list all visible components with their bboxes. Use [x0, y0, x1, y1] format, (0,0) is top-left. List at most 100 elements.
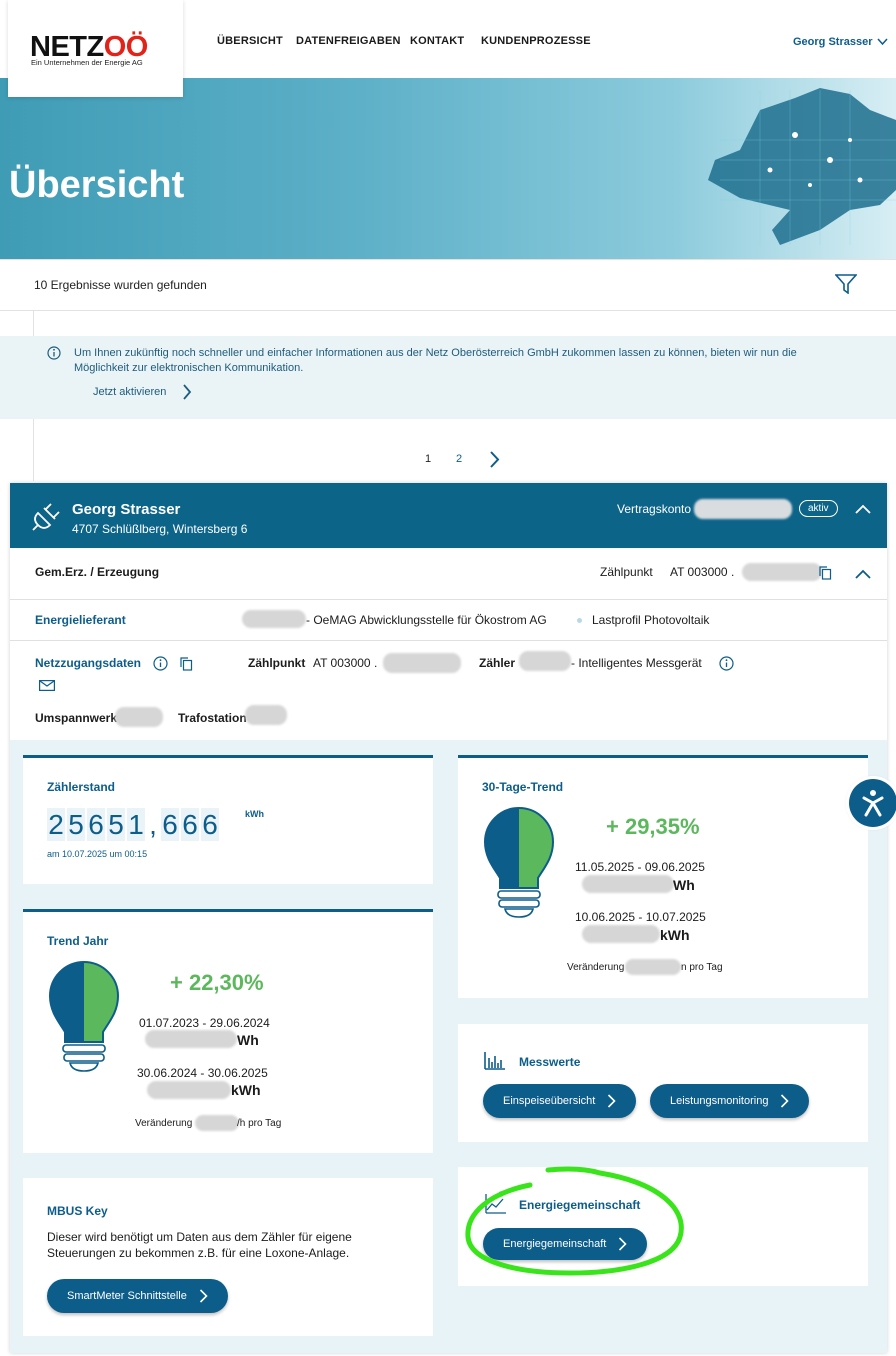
chevron-right-icon	[781, 1094, 790, 1108]
redacted-zaehlpunkt	[742, 563, 822, 581]
filter-icon[interactable]	[835, 274, 857, 294]
network-access-label: Netzzugangsdaten	[35, 656, 142, 670]
accessibility-button[interactable]	[849, 779, 896, 827]
network-access-row: Netzzugangsdaten Zählpunkt AT 003000 . Z…	[10, 641, 887, 740]
top-header: NETZOÖ Ein Unternehmen der Energie AG ÜB…	[0, 0, 896, 97]
contract-card: Georg Strasser 4707 Schlüßlberg, Winters…	[10, 483, 887, 1353]
meter-reading: 25651,666	[47, 808, 221, 841]
highlight-circle-annotation	[465, 1166, 684, 1276]
bar-chart-icon	[484, 1052, 505, 1070]
page-2[interactable]: 2	[456, 453, 462, 465]
change-label: Veränderung	[135, 1118, 193, 1129]
lightbulb-icon	[48, 960, 120, 1072]
divider	[0, 259, 896, 260]
mail-icon[interactable]	[39, 680, 55, 691]
period-1: 01.07.2023 - 29.06.2024	[139, 1016, 270, 1030]
meter-digit: 6	[87, 808, 105, 841]
change-label: Veränderung	[567, 962, 625, 973]
redacted-supplier	[242, 610, 306, 628]
nav-datenfreigaben[interactable]: DATENFREIGABEN	[296, 35, 401, 47]
einspeiseuebersicht-button[interactable]: Einspeiseübersicht	[483, 1084, 637, 1118]
meter-digit: 6	[181, 808, 199, 841]
tile-title: Messwerte	[519, 1055, 581, 1069]
redacted-value	[145, 1030, 237, 1048]
logo-subtitle: Ein Unternehmen der Energie AG	[31, 58, 143, 67]
status-badge: aktiv	[799, 500, 838, 517]
tile-trend-year: Trend Jahr + 22,30% 01.07.2023 - 29.06.2…	[23, 909, 433, 1153]
meter-unit: kWh	[245, 809, 264, 819]
redacted-value	[582, 875, 674, 893]
meter-digit: 6	[161, 808, 179, 841]
meter-digit: 6	[201, 808, 219, 841]
mbus-description: Dieser wird benötigt um Daten aus dem Zä…	[47, 1230, 352, 1260]
tile-title: Zählerstand	[47, 780, 116, 794]
trend-percentage: + 29,35%	[606, 814, 700, 839]
period-2-value: kWh	[660, 927, 690, 943]
section-title: Gem.Erz. / Erzeugung	[35, 565, 160, 579]
load-profile: Lastprofil Photovoltaik	[592, 613, 710, 627]
tile-30-day-trend: 30-Tage-Trend + 29,35% 11.05.2025 - 09.0…	[458, 755, 868, 998]
redacted-contract-number	[694, 499, 792, 519]
button-label: SmartMeter Schnittstelle	[67, 1290, 187, 1302]
redacted-substation	[115, 707, 163, 727]
period-1: 11.05.2025 - 09.06.2025	[575, 860, 705, 874]
nav-uebersicht[interactable]: ÜBERSICHT	[217, 35, 283, 47]
period-2: 30.06.2024 - 30.06.2025	[137, 1066, 268, 1080]
info-icon[interactable]	[153, 656, 168, 671]
chevron-down-icon[interactable]	[877, 38, 888, 46]
page-title: Übersicht	[9, 164, 185, 206]
copy-icon[interactable]	[819, 566, 832, 580]
netz-ooe-logo[interactable]: NETZOÖ Ein Unternehmen der Energie AG	[8, 0, 183, 97]
button-label: Einspeiseübersicht	[503, 1095, 596, 1107]
supplier-row: Energielieferant - OeMAG Abwicklungsstel…	[10, 600, 887, 641]
redacted-zaehlpunkt2	[383, 653, 461, 673]
chevron-up-icon[interactable]	[855, 504, 871, 514]
meter-value: - Intelligentes Messgerät	[571, 656, 702, 670]
next-page-icon[interactable]	[489, 451, 500, 468]
divider	[0, 310, 896, 311]
nav-kontakt[interactable]: KONTAKT	[410, 35, 464, 47]
tile-messwerte: Messwerte Einspeiseübersicht Leistungsmo…	[458, 1024, 868, 1142]
tile-title: 30-Tage-Trend	[482, 780, 564, 794]
meter-date: am 10.07.2025 um 00:15	[47, 849, 148, 859]
redacted-meter	[519, 651, 571, 671]
nav-kundenprozesse[interactable]: KUNDENPROZESSE	[481, 35, 591, 47]
lightbulb-icon	[483, 806, 555, 918]
button-label: Leistungsmonitoring	[670, 1095, 769, 1107]
leistungsmonitoring-button[interactable]: Leistungsmonitoring	[650, 1084, 810, 1118]
redacted-trafo	[245, 705, 287, 725]
chevron-right-icon[interactable]	[182, 384, 192, 400]
smartmeter-interface-button[interactable]: SmartMeter Schnittstelle	[47, 1279, 228, 1313]
change-suffix: /h pro Tag	[237, 1118, 282, 1129]
section-row[interactable]: Gem.Erz. / Erzeugung Zählpunkt AT 003000…	[10, 548, 887, 600]
card-header[interactable]: Georg Strasser 4707 Schlüßlberg, Winters…	[10, 483, 887, 548]
redacted-value	[147, 1081, 231, 1099]
plug-icon	[32, 503, 60, 531]
tile-title: MBUS Key	[47, 1204, 108, 1218]
supplier-label: Energielieferant	[35, 613, 126, 627]
chevron-up-icon[interactable]	[855, 569, 871, 579]
zaehlpunkt2-value: AT 003000 .	[313, 656, 378, 670]
period-2-value: kWh	[231, 1082, 261, 1098]
meter-digit: ,	[149, 809, 157, 840]
customer-name: Georg Strasser	[72, 501, 181, 518]
user-menu[interactable]: Georg Strasser	[793, 36, 872, 48]
info-banner: Um Ihnen zukünftig noch schneller und ei…	[0, 336, 896, 419]
period-1-value: Wh	[237, 1032, 259, 1048]
redacted-value	[625, 959, 681, 975]
page-1[interactable]: 1	[425, 453, 431, 465]
period-1-value: Wh	[673, 877, 695, 893]
supplier-value: - OeMAG Abwicklungsstelle für Ökostrom A…	[306, 613, 547, 627]
tile-title: Trend Jahr	[47, 934, 109, 948]
substation-label: Umspannwerk	[35, 711, 118, 725]
period-2: 10.06.2025 - 10.07.2025	[575, 910, 706, 924]
copy-icon[interactable]	[180, 657, 193, 671]
contract-label: Vertragskonto	[617, 502, 692, 516]
info-icon[interactable]	[719, 656, 734, 671]
separator-dot	[577, 618, 582, 623]
hero-banner: Übersicht	[0, 78, 896, 259]
trend-percentage: + 22,30%	[170, 970, 264, 995]
info-text: Um Ihnen zukünftig noch schneller und ei…	[74, 347, 797, 374]
activate-link[interactable]: Jetzt aktivieren	[93, 386, 166, 398]
meter-digit: 2	[47, 808, 65, 841]
